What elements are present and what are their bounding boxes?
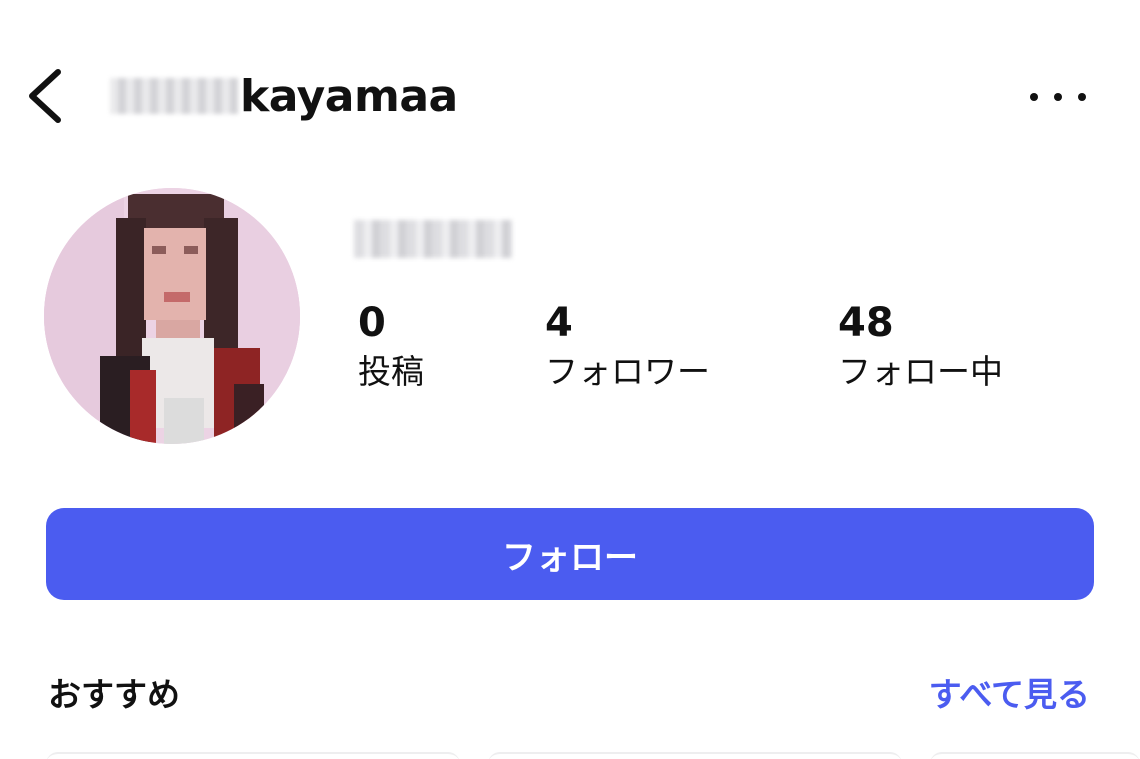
stat-followers[interactable]: 4 フォロワー — [545, 300, 710, 394]
more-horizontal-icon — [1054, 93, 1062, 101]
followers-label: フォロワー — [545, 352, 710, 391]
username-redacted — [110, 78, 238, 114]
stat-posts[interactable]: 0 投稿 — [358, 300, 424, 394]
avatar[interactable] — [44, 188, 300, 444]
follow-button[interactable]: フォロー — [46, 508, 1094, 600]
suggested-card[interactable] — [46, 752, 460, 759]
avatar-image — [44, 188, 300, 444]
see-all-link[interactable]: すべて見る — [929, 672, 1090, 718]
display-name-redacted — [354, 220, 512, 258]
chevron-left-icon — [29, 69, 61, 123]
username-text: kayamaa — [240, 70, 458, 122]
followers-count: 4 — [545, 300, 573, 346]
back-button[interactable] — [20, 64, 74, 128]
posts-label: 投稿 — [358, 352, 424, 391]
more-horizontal-icon — [1078, 93, 1086, 101]
posts-count: 0 — [358, 300, 386, 346]
suggested-card[interactable] — [488, 752, 902, 759]
following-label: フォロー中 — [838, 352, 1003, 391]
suggested-section-title: おすすめ — [48, 675, 180, 714]
suggested-card[interactable] — [930, 752, 1140, 759]
more-options-button[interactable] — [1030, 80, 1086, 114]
profile-username: kayamaa — [110, 66, 458, 126]
profile-screen: kayamaa 0 投稿 4 フォロワー 48 フォロー中 フォロー おすすめ … — [0, 0, 1140, 759]
stat-following[interactable]: 48 フォロー中 — [838, 300, 1003, 394]
more-horizontal-icon — [1030, 93, 1038, 101]
following-count: 48 — [838, 300, 894, 346]
